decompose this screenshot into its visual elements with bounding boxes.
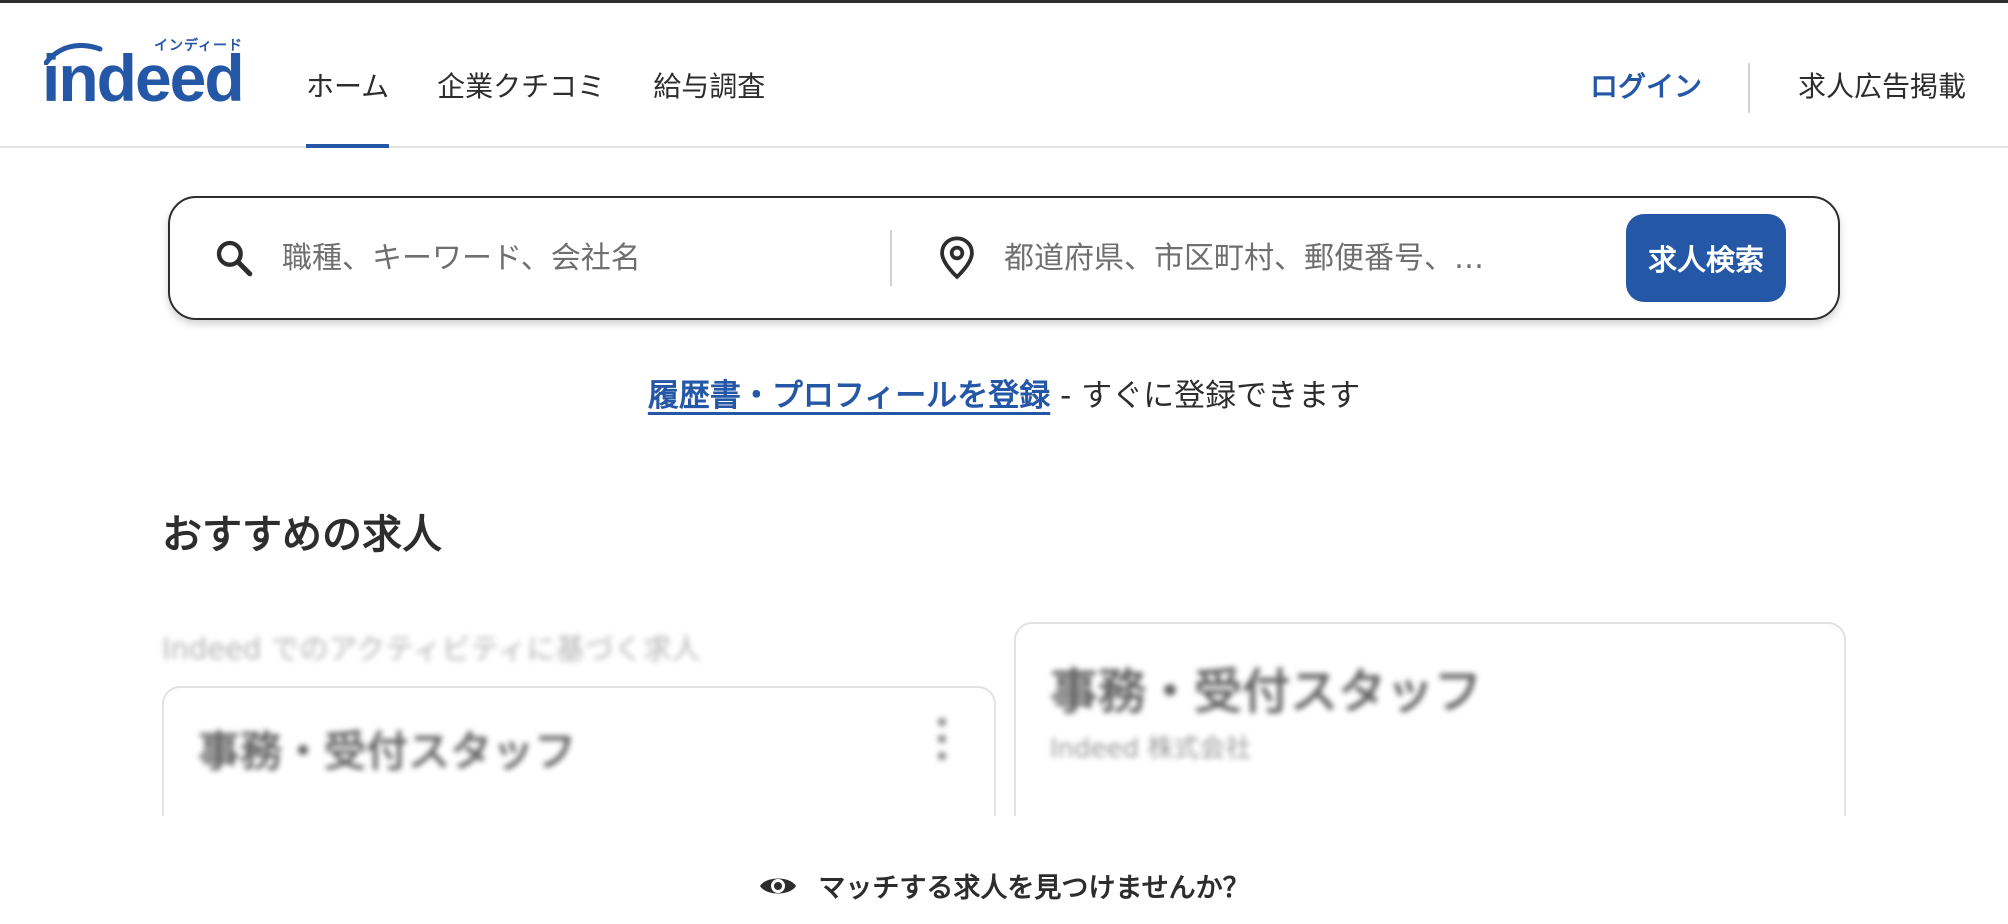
nav-salaries[interactable]: 給与調査 — [653, 3, 765, 148]
register-resume-link[interactable]: 履歴書・プロフィールを登録 — [648, 378, 1050, 414]
resume-prompt: 履歴書・プロフィールを登録 - すぐに登録できます — [0, 370, 2008, 415]
eye-icon — [760, 878, 797, 893]
search-jobs-button[interactable]: 求人検索 — [1626, 214, 1786, 302]
search-divider — [890, 230, 892, 286]
job-card[interactable]: 事務・受付スタッフ — [162, 686, 996, 816]
job-title[interactable]: 事務・受付スタッフ — [198, 718, 576, 779]
more-options-icon[interactable] — [938, 718, 948, 762]
job-title[interactable]: 事務・受付スタッフ — [1050, 652, 1482, 722]
nav-home[interactable]: ホーム — [306, 3, 390, 148]
login-link[interactable]: ログイン — [1590, 3, 1702, 171]
location-input[interactable] — [1004, 226, 1514, 290]
location-pin-icon — [940, 236, 974, 280]
nav-company-reviews[interactable]: 企業クチコミ — [437, 3, 605, 148]
resume-prompt-text: - すぐに登録できます — [1050, 378, 1361, 414]
keyword-input[interactable] — [282, 226, 842, 290]
post-job-link[interactable]: 求人広告掲載 — [1798, 3, 1966, 171]
job-company: Indeed 株式会社 — [1050, 734, 1252, 764]
site-header: インディード indeed ホーム 企業クチコミ 給与調査 ログイン 求人広告掲… — [0, 3, 2008, 148]
indeed-logo[interactable]: インディード indeed — [42, 38, 262, 113]
header-divider — [1748, 63, 1750, 113]
search-icon — [216, 240, 253, 277]
match-jobs-text: マッチする求人を見つけませんか？ — [818, 873, 1250, 904]
main-nav: ホーム 企業クチコミ 給与調査 — [306, 3, 813, 148]
search-bar: 求人検索 — [168, 196, 1840, 320]
activity-based-label: Indeed でのアクティビティに基づく求人 — [162, 632, 701, 666]
job-card[interactable]: 事務・受付スタッフ Indeed 株式会社 — [1014, 622, 1846, 816]
recommended-jobs-title: おすすめの求人 — [162, 512, 442, 558]
match-jobs-prompt[interactable]: マッチする求人を見つけませんか？ — [0, 866, 2008, 905]
logo-wordmark: indeed — [42, 41, 245, 115]
